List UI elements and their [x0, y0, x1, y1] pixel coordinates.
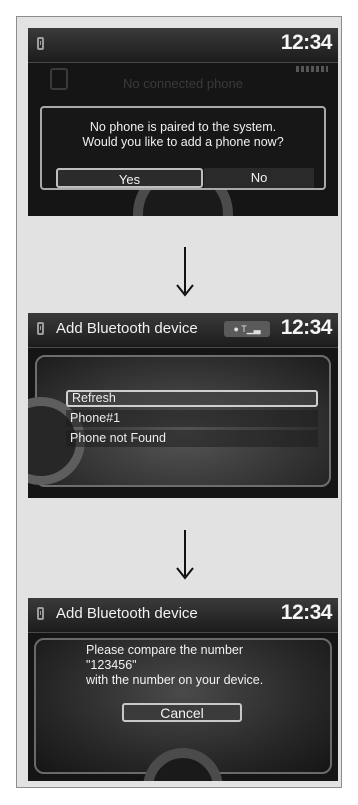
screen-compare-passkey: Add Bluetooth device 12:34 Please compar…	[28, 598, 338, 781]
cancel-button[interactable]: Cancel	[122, 703, 242, 722]
dialog-message: No phone is paired to the system. Would …	[42, 120, 324, 150]
top-bar: 12:34	[28, 28, 338, 63]
down-arrow-icon	[176, 530, 194, 580]
yes-button[interactable]: Yes	[56, 168, 203, 188]
phone-icon[interactable]	[37, 37, 44, 50]
screen-title: Add Bluetooth device	[56, 605, 198, 622]
dialog-message-line2: Would you like to add a phone now?	[82, 135, 284, 149]
list-item-refresh[interactable]: Refresh	[66, 390, 318, 407]
screen-add-bluetooth-list: Add Bluetooth device ● T▁▃ 12:34 Refresh…	[28, 313, 338, 498]
clock: 12:34	[280, 316, 333, 339]
phone-icon[interactable]	[37, 607, 44, 620]
compare-message: Please compare the number "123456" with …	[86, 643, 326, 688]
down-arrow-icon	[176, 247, 194, 297]
bluetooth-status-icon: ● T▁▃	[224, 321, 270, 337]
background-status-text: No connected phone	[123, 76, 243, 91]
dialog-message-line1: No phone is paired to the system.	[89, 120, 277, 134]
top-bar: Add Bluetooth device ● T▁▃ 12:34	[28, 313, 338, 348]
phone-icon[interactable]	[37, 322, 44, 335]
compare-message-line3: with the number on your device.	[86, 673, 264, 687]
signal-icon	[296, 66, 328, 72]
clock: 12:34	[280, 601, 333, 624]
compare-message-line1: Please compare the number	[86, 643, 244, 657]
no-button[interactable]: No	[204, 168, 314, 188]
screen-pairing-prompt: 12:34 No connected phone No phone is pai…	[28, 28, 338, 216]
top-bar: Add Bluetooth device 12:34	[28, 598, 338, 633]
list-item-phone1[interactable]: Phone#1	[66, 410, 318, 427]
list-item-phone-not-found[interactable]: Phone not Found	[66, 430, 318, 447]
clock: 12:34	[280, 31, 333, 54]
passkey-number: "123456"	[86, 658, 137, 672]
screen-title: Add Bluetooth device	[56, 320, 198, 337]
